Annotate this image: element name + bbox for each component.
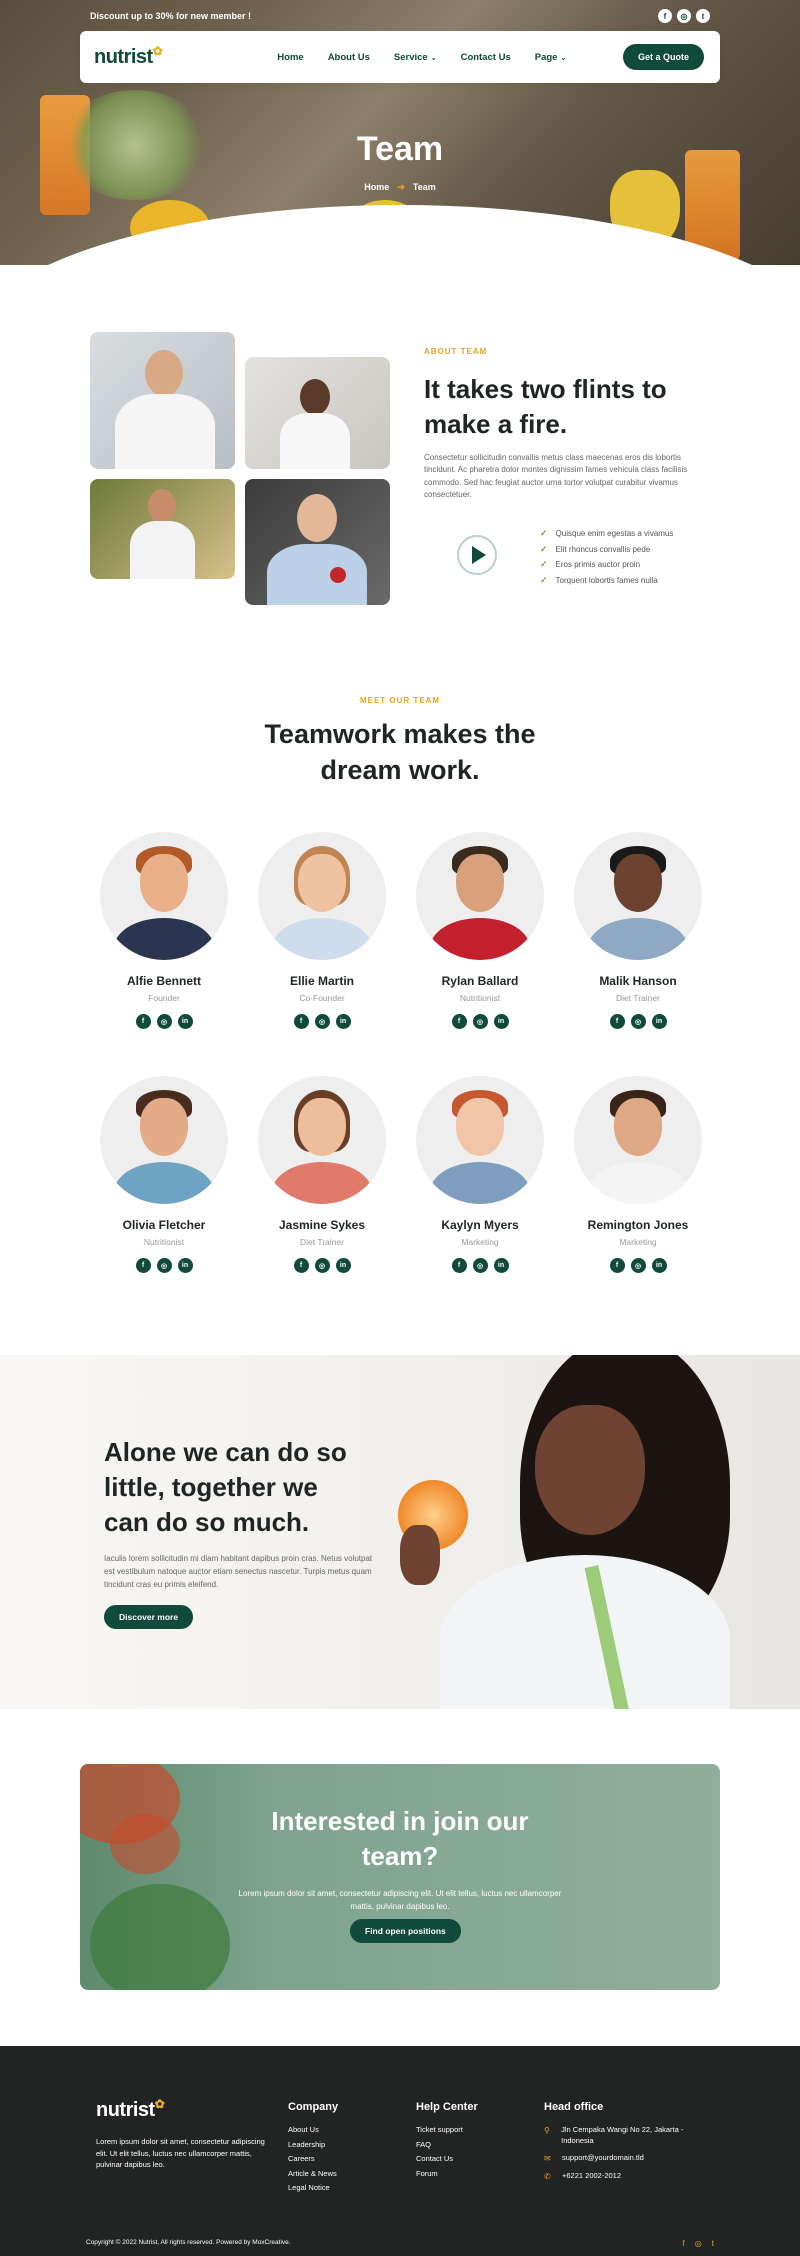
logo-text: nutrist	[94, 45, 153, 68]
facebook-icon[interactable]: f	[293, 1014, 309, 1029]
nav-about[interactable]: About Us	[328, 52, 370, 63]
instagram-icon[interactable]: ◎	[630, 1258, 646, 1273]
facebook-icon[interactable]: f	[293, 1258, 309, 1273]
arrow-right-icon: ➔	[397, 182, 405, 192]
instagram-icon[interactable]: ◎	[314, 1258, 330, 1273]
facebook-icon[interactable]: f	[135, 1014, 151, 1029]
instagram-icon[interactable]: ◎	[677, 9, 691, 23]
address-text: Jln Cempaka Wangi No 22, Jakarta - Indon…	[561, 2125, 684, 2145]
footer-link[interactable]: FAQ	[416, 2140, 478, 2155]
facebook-icon[interactable]: f	[135, 1258, 151, 1273]
footer-about-text: Lorem ipsum dolor sit amet, consectetur …	[96, 2137, 265, 2170]
nav-service[interactable]: Service ⌄	[394, 52, 437, 63]
footer-link[interactable]: Leadership	[288, 2140, 338, 2155]
footer-office-column: Head office ⚲ Jln Cempaka Wangi No 22, Ja…	[544, 2101, 704, 2189]
twitter-icon[interactable]: t	[712, 2239, 714, 2248]
footer-company-column: Company About Us Leadership Careers Arti…	[288, 2101, 338, 2198]
footer: nutrist✿ Lorem ipsum dolor sit amet, con…	[0, 2046, 800, 2256]
find-positions-button[interactable]: Find open positions	[350, 1919, 461, 1943]
phone-icon: ✆	[544, 2172, 551, 2182]
team-photo-doctor	[90, 332, 235, 469]
linkedin-icon[interactable]: in	[651, 1014, 667, 1029]
discount-text: Discount up to 30% for new member !	[90, 11, 252, 21]
phone-text: +6221 2002-2012	[562, 2171, 622, 2181]
facebook-icon[interactable]: f	[658, 9, 672, 23]
breadcrumb: Home ➔ Team	[0, 182, 800, 193]
facebook-icon[interactable]: f	[451, 1258, 467, 1273]
chevron-down-icon: ⌄	[560, 54, 567, 62]
footer-address: ⚲ Jln Cempaka Wangi No 22, Jakarta - Indo…	[544, 2125, 704, 2146]
navbar: nutrist✿ Home About Us Service ⌄ Contact …	[80, 31, 720, 83]
breadcrumb-home[interactable]: Home	[364, 182, 389, 192]
footer-heading: Company	[288, 2101, 339, 2113]
footer-link[interactable]: Contact Us	[416, 2154, 478, 2169]
instagram-icon[interactable]: ◎	[472, 1014, 488, 1029]
linkedin-icon[interactable]: in	[651, 1258, 667, 1273]
nav-contact[interactable]: Contact Us	[461, 52, 511, 63]
footer-social-icons: f ◎ t	[683, 2239, 714, 2248]
team-photo-vegetables	[90, 479, 235, 579]
footer-heading: Head office	[544, 2101, 604, 2113]
linkedin-icon[interactable]: in	[335, 1014, 351, 1029]
page-title: Team	[356, 130, 444, 168]
discover-more-button[interactable]: Discover more	[104, 1605, 194, 1629]
footer-help-column: Help Center Ticket support FAQ Contact U…	[416, 2101, 478, 2183]
footer-link[interactable]: Legal Notice	[288, 2183, 338, 2198]
nav-service-label: Service	[393, 51, 428, 63]
nav-home[interactable]: Home	[277, 52, 303, 63]
logo[interactable]: nutrist✿	[94, 43, 163, 69]
hero-wave-divider	[0, 205, 800, 265]
facebook-icon[interactable]: f	[609, 1014, 625, 1029]
footer-link[interactable]: About Us	[288, 2125, 338, 2140]
logo-text: nutrist	[96, 2099, 155, 2121]
top-social-icons: f ◎ t	[658, 9, 710, 23]
linkedin-icon[interactable]: in	[177, 1014, 193, 1029]
nav-links: Home About Us Service ⌄ Contact Us Page ⌄	[277, 52, 566, 63]
footer-link[interactable]: Article & News	[288, 2169, 338, 2184]
footer-heading: Help Center	[416, 2101, 478, 2113]
nav-page[interactable]: Page ⌄	[535, 52, 567, 63]
footer-link[interactable]: Careers	[288, 2154, 338, 2169]
instagram-icon[interactable]: ◎	[156, 1258, 172, 1273]
hero-banner: Discount up to 30% for new member ! f ◎ …	[0, 0, 800, 265]
mail-icon: ✉	[544, 2154, 551, 2163]
instagram-icon[interactable]: ◎	[156, 1014, 172, 1029]
team-photo-apple	[245, 479, 390, 605]
team-photo-nutritionist	[245, 357, 390, 469]
instagram-icon[interactable]: ◎	[314, 1014, 330, 1029]
linkedin-icon[interactable]: in	[493, 1014, 509, 1029]
footer-phone[interactable]: ✆ +6221 2002-2012	[544, 2171, 704, 2182]
footer-link[interactable]: Forum	[416, 2169, 478, 2184]
breadcrumb-current: Team	[412, 182, 436, 192]
facebook-icon[interactable]: f	[609, 1258, 625, 1273]
nav-page-label: Page	[534, 51, 558, 63]
email-text: support@yourdomain.tld	[562, 2153, 644, 2162]
linkedin-icon[interactable]: in	[177, 1258, 193, 1273]
instagram-icon[interactable]: ◎	[695, 2239, 702, 2248]
location-icon: ⚲	[544, 2126, 550, 2135]
chevron-down-icon: ⌄	[430, 54, 437, 62]
footer-link[interactable]: Ticket support	[416, 2125, 478, 2140]
footer-bottom-bar: Copyright © 2022 Nutrist, All rights res…	[86, 2239, 714, 2248]
linkedin-icon[interactable]: in	[493, 1258, 509, 1273]
instagram-icon[interactable]: ◎	[472, 1258, 488, 1273]
footer-email[interactable]: ✉ support@yourdomain.tld	[544, 2153, 704, 2164]
twitter-icon[interactable]: t	[696, 9, 710, 23]
facebook-icon[interactable]: f	[451, 1014, 467, 1029]
facebook-icon[interactable]: f	[683, 2239, 685, 2248]
play-video-button[interactable]	[457, 535, 497, 575]
play-icon	[472, 546, 486, 564]
linkedin-icon[interactable]: in	[335, 1258, 351, 1273]
top-bar: Discount up to 30% for new member ! f ◎ …	[90, 8, 710, 24]
leaf-icon: ✿	[152, 43, 163, 58]
instagram-icon[interactable]: ◎	[630, 1014, 646, 1029]
footer-logo[interactable]: nutrist✿	[96, 2097, 165, 2122]
get-quote-button[interactable]: Get a Quote	[622, 44, 704, 70]
copyright-text: Copyright © 2022 Nutrist, All rights res…	[86, 2239, 291, 2246]
leaf-icon: ✿	[154, 2097, 165, 2111]
